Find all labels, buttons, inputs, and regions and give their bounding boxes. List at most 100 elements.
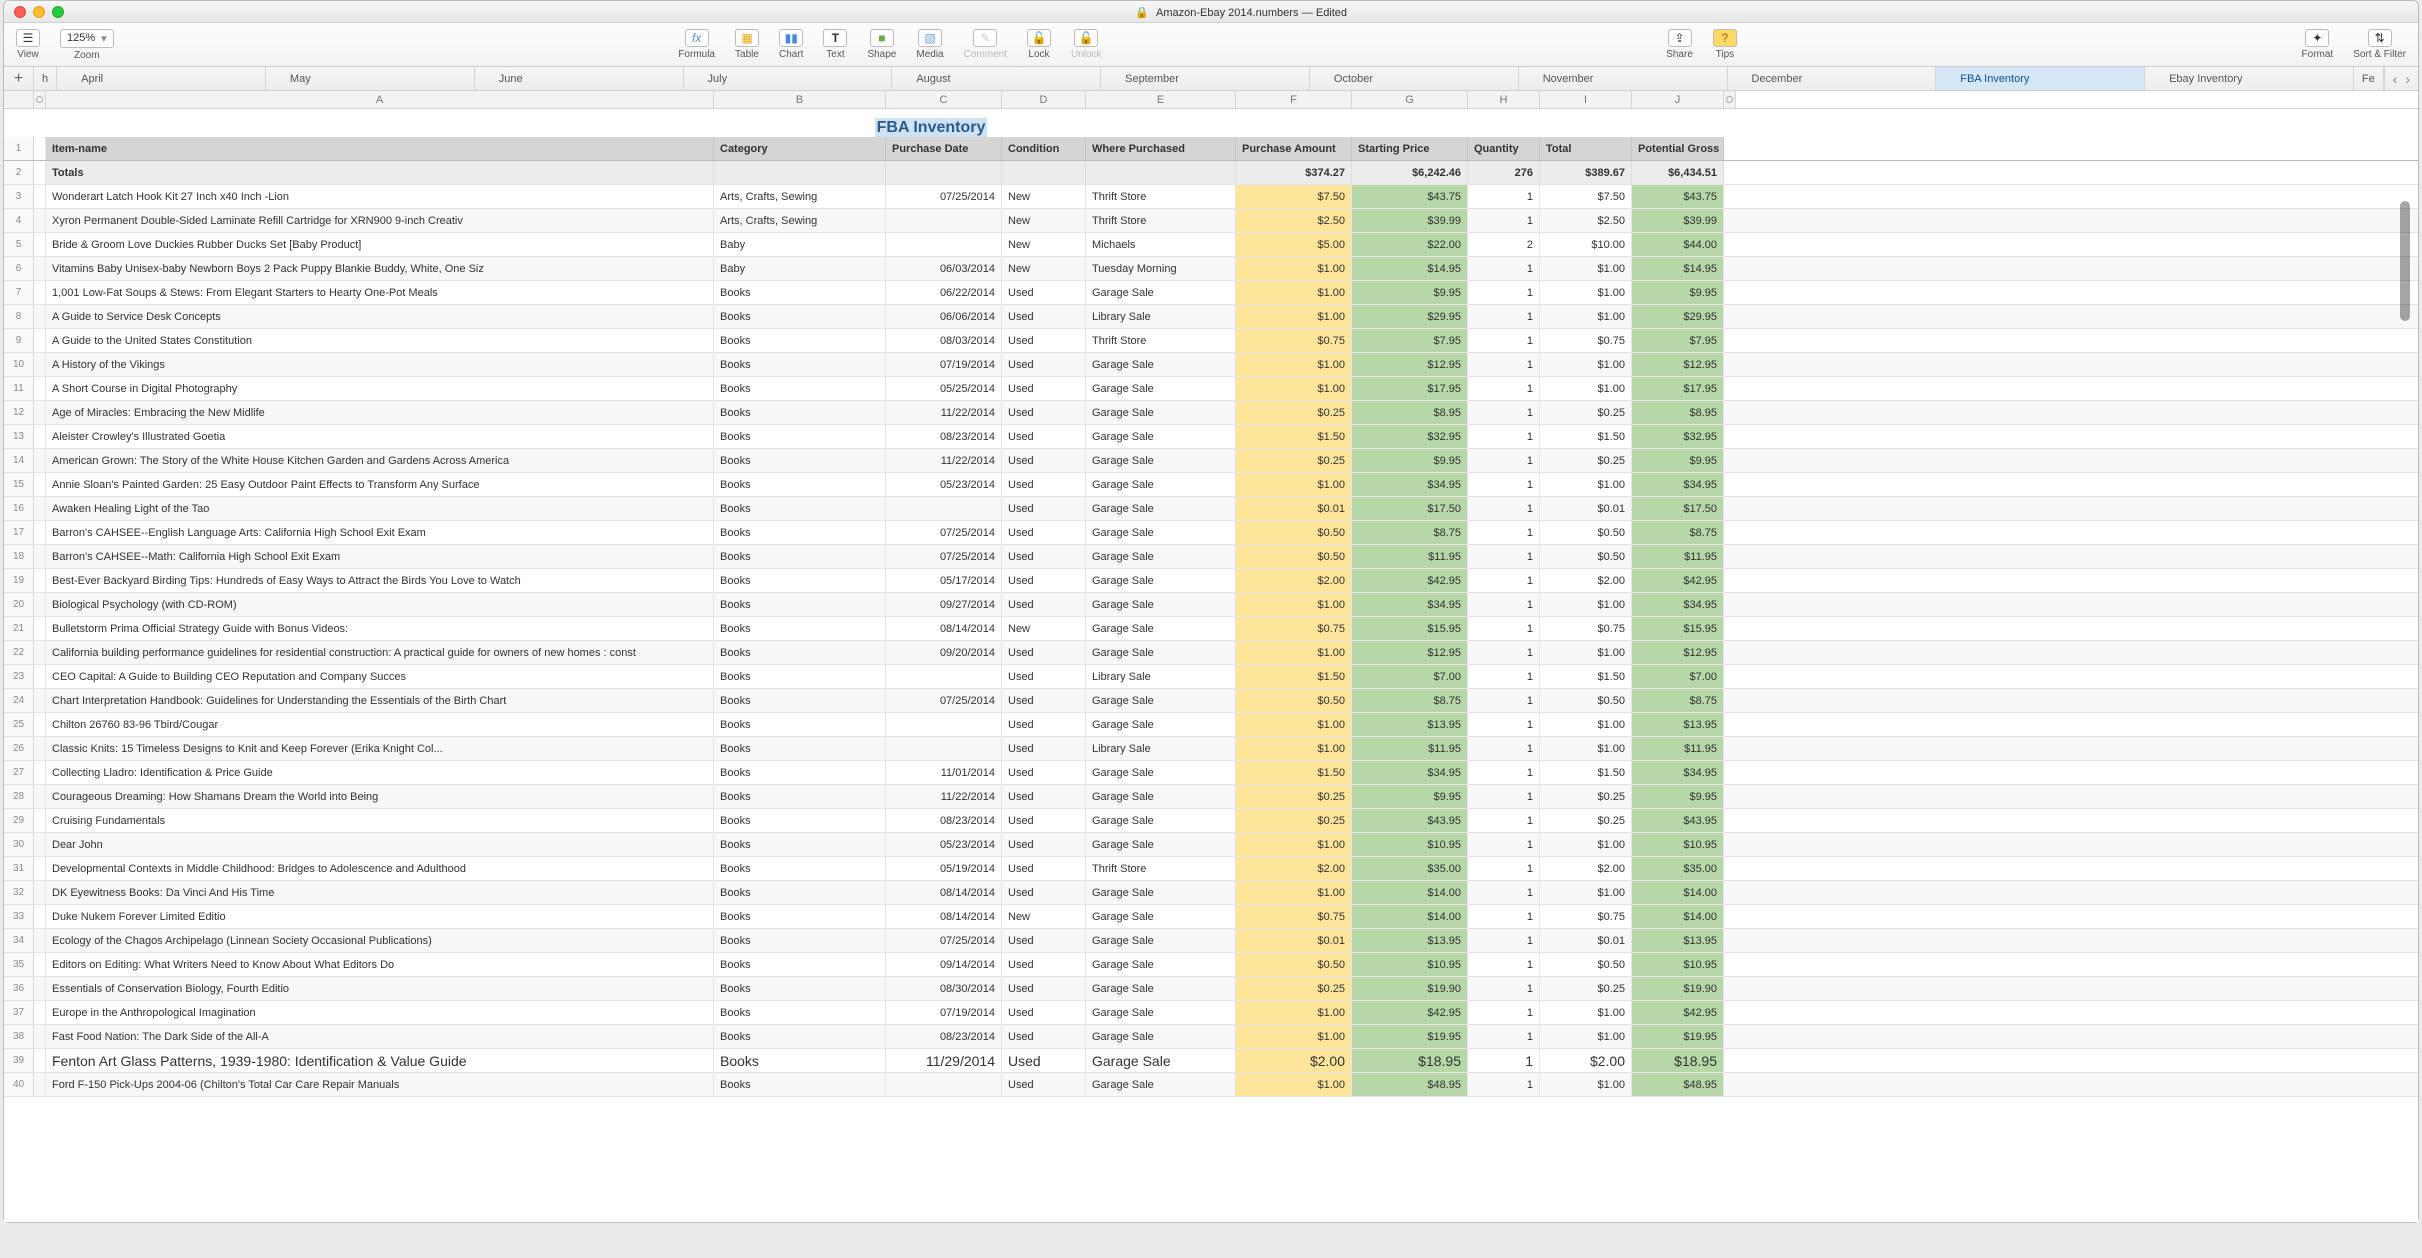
cell[interactable]: Bride & Groom Love Duckies Rubber Ducks … — [46, 233, 714, 256]
cell[interactable]: 2 — [1468, 233, 1540, 256]
cell[interactable]: Books — [714, 305, 886, 328]
cell[interactable]: Used — [1002, 1025, 1086, 1048]
cell[interactable]: Used — [1002, 1001, 1086, 1024]
row-header[interactable]: 4 — [4, 209, 34, 232]
cell[interactable]: Garage Sale — [1086, 713, 1236, 736]
row-header[interactable]: 23 — [4, 665, 34, 688]
cell[interactable]: 1 — [1468, 929, 1540, 952]
cell[interactable]: Garage Sale — [1086, 929, 1236, 952]
cell[interactable]: 1 — [1468, 401, 1540, 424]
cell[interactable]: Used — [1002, 881, 1086, 904]
cell[interactable]: $42.95 — [1632, 569, 1724, 592]
cell[interactable]: Books — [714, 617, 886, 640]
cell[interactable]: $1.00 — [1540, 353, 1632, 376]
cell[interactable]: $10.95 — [1352, 953, 1468, 976]
cell[interactable]: Books — [714, 1001, 886, 1024]
row-header[interactable]: 37 — [4, 1001, 34, 1024]
cell[interactable]: $18.95 — [1352, 1049, 1468, 1072]
shape-icon[interactable]: ■ — [870, 29, 894, 47]
cell[interactable]: $1.00 — [1236, 257, 1352, 280]
cell[interactable]: Ecology of the Chagos Archipelago (Linne… — [46, 929, 714, 952]
cell[interactable]: 05/23/2014 — [886, 473, 1002, 496]
cell[interactable]: $0.50 — [1540, 953, 1632, 976]
cell[interactable]: $43.95 — [1632, 809, 1724, 832]
cell[interactable]: Bulletstorm Prima Official Strategy Guid… — [46, 617, 714, 640]
add-sheet-button[interactable]: + — [4, 67, 34, 90]
cell[interactable]: 1 — [1468, 593, 1540, 616]
cell[interactable]: 1 — [1468, 353, 1540, 376]
cell[interactable]: Awaken Healing Light of the Tao — [46, 497, 714, 520]
cell[interactable]: Essentials of Conservation Biology, Four… — [46, 977, 714, 1000]
cell[interactable]: Used — [1002, 521, 1086, 544]
cell[interactable]: $1.00 — [1540, 1025, 1632, 1048]
cell[interactable]: $0.50 — [1236, 521, 1352, 544]
row-header[interactable]: 25 — [4, 713, 34, 736]
row-header[interactable]: 17 — [4, 521, 34, 544]
cell[interactable]: Duke Nukem Forever Limited Editio — [46, 905, 714, 928]
zoom-control[interactable]: 125%▾ — [60, 29, 114, 48]
cell[interactable]: Garage Sale — [1086, 281, 1236, 304]
lock-button-icon[interactable]: 🔓 — [1027, 29, 1051, 47]
cell[interactable]: 1 — [1468, 257, 1540, 280]
table-icon[interactable]: ▦ — [735, 29, 759, 47]
sheet-prev-icon[interactable]: ‹ — [2389, 71, 2402, 87]
cell[interactable]: 1 — [1468, 1073, 1540, 1096]
cell[interactable]: Potential Gross — [1632, 137, 1724, 160]
col-header[interactable]: D — [1002, 91, 1086, 108]
cell[interactable]: A Guide to Service Desk Concepts — [46, 305, 714, 328]
cell[interactable]: Used — [1002, 929, 1086, 952]
cell[interactable]: $2.00 — [1236, 569, 1352, 592]
cell[interactable]: $2.50 — [1540, 209, 1632, 232]
cell[interactable]: Starting Price — [1352, 137, 1468, 160]
cell[interactable]: $13.95 — [1632, 929, 1724, 952]
cell[interactable]: Barron's CAHSEE--Math: California High S… — [46, 545, 714, 568]
cell[interactable]: Garage Sale — [1086, 473, 1236, 496]
cell[interactable]: Baby — [714, 233, 886, 256]
cell[interactable]: $1.00 — [1236, 593, 1352, 616]
cell[interactable]: Garage Sale — [1086, 521, 1236, 544]
cell[interactable]: $9.95 — [1352, 449, 1468, 472]
cell[interactable]: Category — [714, 137, 886, 160]
cell[interactable]: Books — [714, 377, 886, 400]
row-header[interactable]: 31 — [4, 857, 34, 880]
cell[interactable]: Used — [1002, 425, 1086, 448]
cell[interactable]: $17.50 — [1632, 497, 1724, 520]
cell[interactable]: $1.00 — [1236, 1025, 1352, 1048]
cell[interactable]: $15.95 — [1352, 617, 1468, 640]
cell[interactable]: Garage Sale — [1086, 497, 1236, 520]
cell[interactable]: Books — [714, 953, 886, 976]
cell[interactable] — [886, 233, 1002, 256]
cell[interactable]: $1.50 — [1540, 665, 1632, 688]
cell[interactable]: Garage Sale — [1086, 1001, 1236, 1024]
cell[interactable] — [886, 665, 1002, 688]
cell[interactable]: Books — [714, 401, 886, 424]
cell[interactable] — [886, 1073, 1002, 1096]
cell[interactable]: Books — [714, 785, 886, 808]
cell[interactable]: $11.95 — [1352, 737, 1468, 760]
sheet-next-icon[interactable]: › — [2401, 71, 2414, 87]
cell[interactable]: $0.25 — [1236, 449, 1352, 472]
cell[interactable]: Used — [1002, 977, 1086, 1000]
cell[interactable]: 1 — [1468, 665, 1540, 688]
cell[interactable]: $11.95 — [1352, 545, 1468, 568]
cell[interactable]: 07/25/2014 — [886, 689, 1002, 712]
cell[interactable]: Books — [714, 641, 886, 664]
cell[interactable]: Used — [1002, 593, 1086, 616]
cell[interactable]: 07/25/2014 — [886, 185, 1002, 208]
sheet-tab[interactable]: Fe — [2354, 67, 2384, 90]
cell[interactable]: Xyron Permanent Double-Sided Laminate Re… — [46, 209, 714, 232]
col-header[interactable]: I — [1540, 91, 1632, 108]
cell[interactable]: Dear John — [46, 833, 714, 856]
cell[interactable]: Thrift Store — [1086, 329, 1236, 352]
cell[interactable]: $7.95 — [1352, 329, 1468, 352]
cell[interactable]: Books — [714, 497, 886, 520]
cell[interactable]: $0.01 — [1236, 497, 1352, 520]
row-header[interactable]: 27 — [4, 761, 34, 784]
cell[interactable]: $34.95 — [1632, 761, 1724, 784]
cell[interactable]: $35.00 — [1632, 857, 1724, 880]
cell[interactable]: $1.00 — [1540, 641, 1632, 664]
cell[interactable]: $7.00 — [1632, 665, 1724, 688]
scrollbar-vertical[interactable] — [2398, 201, 2412, 1212]
cell[interactable]: New — [1002, 233, 1086, 256]
cell[interactable]: Books — [714, 425, 886, 448]
